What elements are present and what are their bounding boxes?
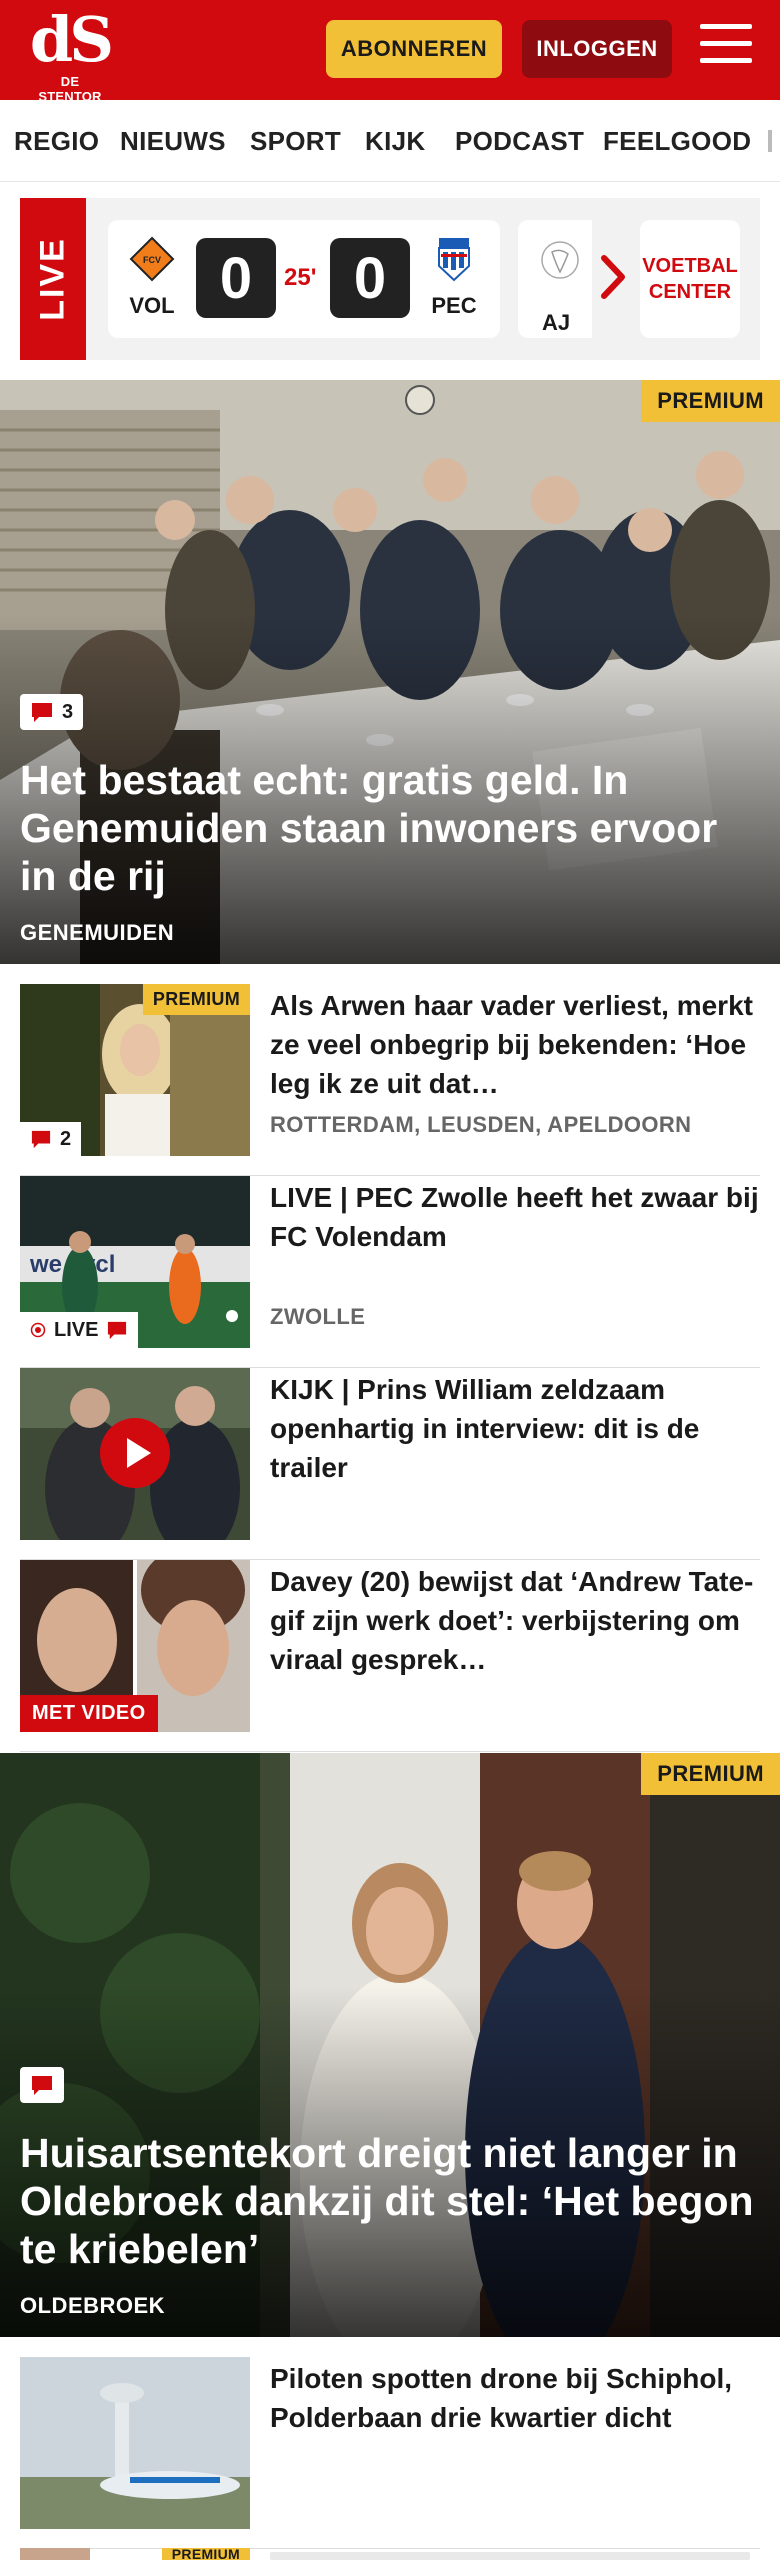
away-team-name: PEC [431, 293, 477, 318]
article-headline[interactable]: LIVE | PEC Zwolle heeft het zwaar bij FC… [270, 1178, 760, 1256]
article-item-davey[interactable]: MET VIDEO Davey (20) bewijst dat ‘Andrew… [20, 1560, 760, 1752]
partial-photo [20, 2548, 90, 2560]
voetbal-center-link[interactable]: VOETBAL CENTER [640, 220, 740, 338]
nav-item-nieuws[interactable]: NIEUWS [120, 126, 226, 157]
article-item-arwen[interactable]: PREMIUM 2 Als Arwen haar vader verliest,… [20, 984, 760, 1176]
pec-zwolle-crest-icon [438, 238, 470, 282]
away-team: PEC [424, 236, 484, 319]
premium-badge: PREMIUM [142, 984, 250, 1015]
hamburger-menu-icon[interactable] [700, 24, 752, 72]
site-logo[interactable]: dS DE STENTOR [28, 3, 114, 105]
nav-item-regio[interactable]: REGIO [14, 126, 99, 157]
article-location: ROTTERDAM, LEUSDEN, APELDOORN [270, 1112, 692, 1137]
video-badge: MET VIDEO [20, 1695, 158, 1732]
comment-badge[interactable] [20, 2067, 64, 2103]
live-scores-bar: LIVE FCV VOL 0 25' 0 PEC AJ VOETBAL CENT… [20, 198, 760, 360]
nav-overflow-indicator [768, 130, 772, 152]
article-thumb [20, 2357, 250, 2529]
comment-icon [32, 2076, 52, 2095]
article-thumb-partial[interactable]: PREMIUM [20, 2548, 250, 2560]
article-item-pec-zwolle[interactable]: we ijvcl LIVE LIVE | PEC Zwolle heeft he… [20, 1176, 760, 1368]
home-team-name: VOL [129, 293, 175, 318]
next-team-name: AJ [542, 310, 571, 335]
comment-count-badge[interactable]: 2 [20, 1122, 82, 1156]
login-button[interactable]: INLOGGEN [522, 20, 672, 78]
home-team: FCV VOL [122, 236, 182, 319]
match-minute: 25' [284, 264, 317, 291]
site-header: dS DE STENTOR ABONNEREN INLOGGEN [0, 0, 780, 105]
partial-headline-placeholder [270, 2552, 750, 2560]
article-headline[interactable]: Piloten spotten drone bij Schiphol, Pold… [270, 2359, 760, 2437]
comment-count-badge[interactable]: 3 [20, 694, 84, 730]
live-match-card[interactable]: FCV VOL 0 25' 0 PEC [108, 220, 500, 338]
home-score: 0 [196, 238, 276, 318]
article-thumb: MET VIDEO [20, 1560, 250, 1732]
hero-article-oldebroek[interactable]: PREMIUM Huisartsentekort dreigt niet lan… [0, 1753, 780, 2337]
thumb-photo-airport [20, 2357, 250, 2529]
hero-article-genemuiden[interactable]: PREMIUM 3 Het bestaat echt: gratis geld.… [0, 380, 780, 964]
nav-item-sport[interactable]: SPORT [250, 126, 341, 157]
svg-text:FCV: FCV [143, 255, 161, 265]
volendam-crest-icon: FCV [129, 236, 175, 282]
comment-count: 2 [60, 1127, 72, 1150]
live-dot-icon [30, 1322, 46, 1338]
nav-item-kijk[interactable]: KIJK [365, 126, 425, 157]
article-thumb: we ijvcl LIVE [20, 1176, 250, 1348]
article-headline[interactable]: Als Arwen haar vader verliest, merkt ze … [270, 986, 760, 1103]
hero-headline[interactable]: Huisartsentekort dreigt niet langer in O… [20, 2129, 760, 2273]
nav-item-feelgood[interactable]: FEELGOOD [603, 126, 751, 157]
article-item-schiphol[interactable]: Piloten spotten drone bij Schiphol, Pold… [20, 2357, 760, 2549]
chevron-right-icon[interactable] [594, 250, 634, 304]
live-badge: LIVE [20, 1312, 139, 1348]
ajax-crest-icon [541, 241, 579, 279]
article-thumb: PREMIUM 2 [20, 984, 250, 1156]
nav-item-podcast[interactable]: PODCAST [455, 126, 584, 157]
hero-location: GENEMUIDEN [20, 920, 175, 945]
logo-mark: dS [29, 3, 114, 76]
subscribe-button[interactable]: ABONNEREN [326, 20, 502, 78]
live-tag: LIVE [20, 198, 86, 360]
hero-location: OLDEBROEK [20, 2293, 166, 2318]
live-label: LIVE [54, 1318, 99, 1341]
section-nav: REGIO NIEUWS SPORT KIJK PODCAST FEELGOOD [0, 100, 780, 182]
hero-headline[interactable]: Het bestaat echt: gratis geld. In Genemu… [20, 756, 760, 900]
article-item-prins-william[interactable]: KIJK | Prins William zeldzaam openhartig… [20, 1368, 760, 1560]
premium-badge: PREMIUM [641, 380, 780, 422]
comment-icon [32, 703, 52, 722]
live-tag-label: LIVE [33, 237, 72, 321]
next-match-card[interactable]: AJ [518, 220, 592, 338]
premium-badge: PREMIUM [641, 1753, 780, 1795]
article-headline[interactable]: Davey (20) bewijst dat ‘Andrew Tate-gif … [270, 1562, 760, 1679]
premium-badge: PREMIUM [161, 2548, 250, 2560]
article-thumb [20, 1368, 250, 1540]
away-score: 0 [330, 238, 410, 318]
comment-count: 3 [62, 700, 74, 723]
article-headline[interactable]: KIJK | Prins William zeldzaam openhartig… [270, 1370, 760, 1487]
play-video-icon[interactable] [100, 1418, 170, 1488]
comment-icon [31, 1130, 51, 1149]
comment-icon[interactable] [106, 1320, 128, 1340]
article-location: ZWOLLE [270, 1304, 366, 1329]
